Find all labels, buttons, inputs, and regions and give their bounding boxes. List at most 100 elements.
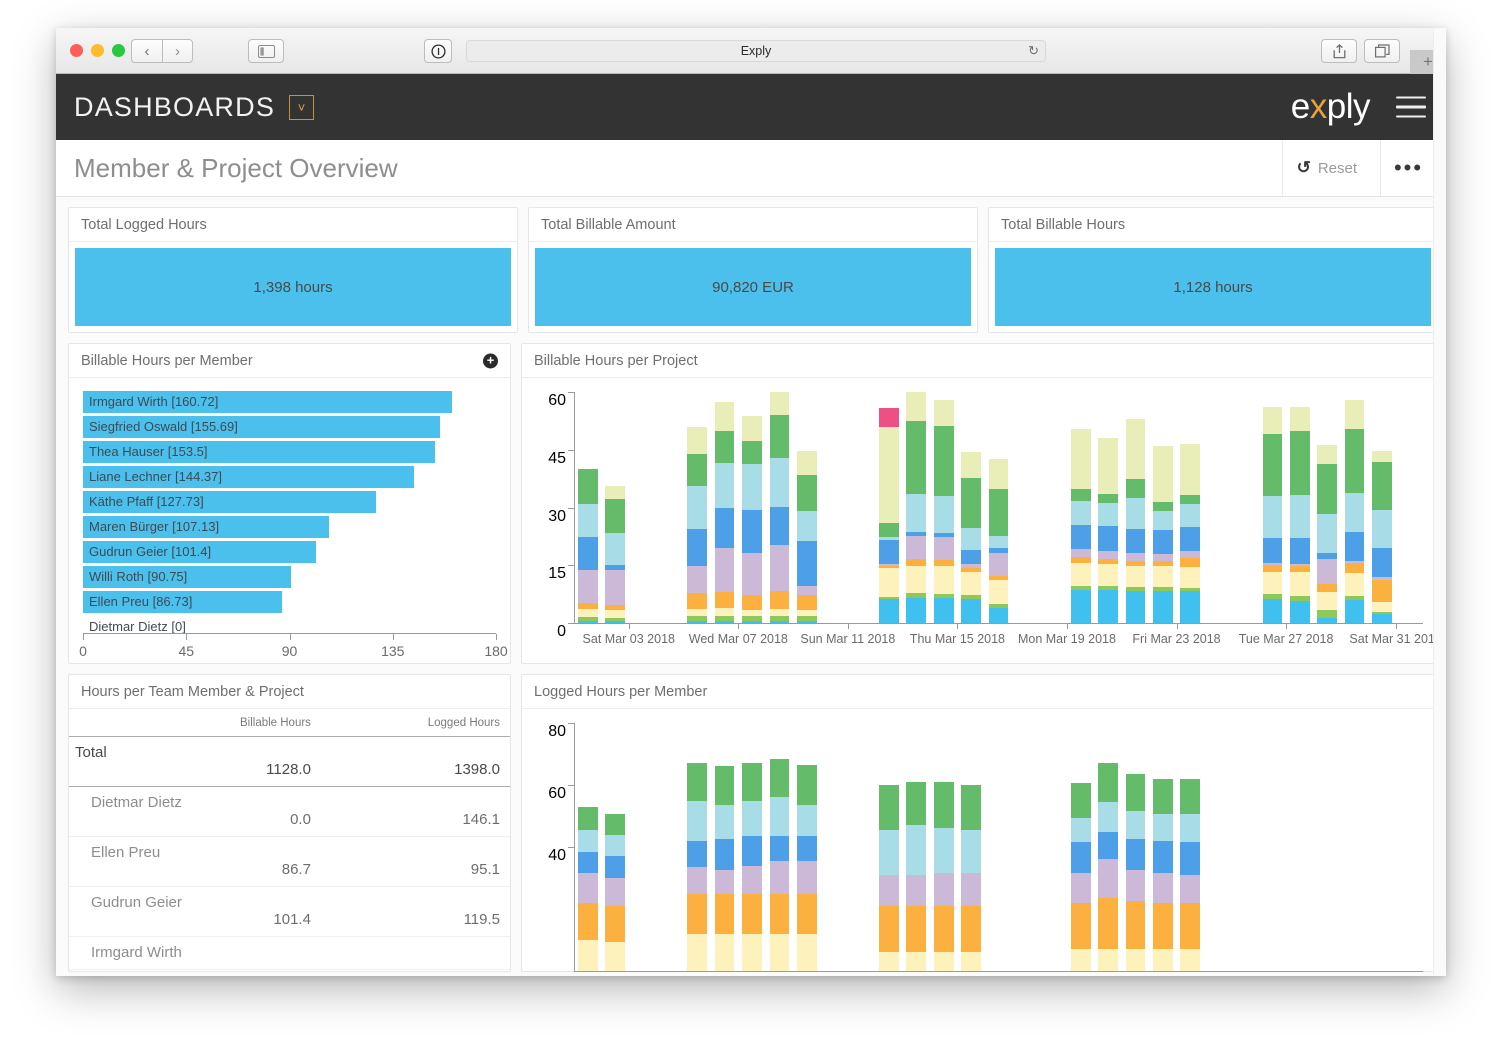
stacked-bar[interactable] — [796, 723, 817, 971]
stacked-bar[interactable] — [769, 391, 790, 623]
stacked-bar-segment — [1262, 537, 1283, 563]
share-icon[interactable] — [1321, 39, 1357, 63]
stacked-bar[interactable] — [961, 723, 981, 971]
chevron-down-icon[interactable]: ˅ — [289, 94, 315, 120]
stacked-bar[interactable] — [1317, 392, 1337, 623]
stacked-bar-segment — [906, 536, 927, 560]
exply-logo[interactable]: e x ply — [1291, 87, 1371, 127]
hbar-label: Thea Hauser [153.5] — [89, 444, 208, 459]
stacked-bar[interactable] — [577, 392, 598, 623]
stacked-bar[interactable] — [796, 392, 817, 623]
stacked-bar-segment — [1180, 591, 1201, 623]
stacked-bar[interactable] — [961, 392, 981, 623]
chart-billable-hours-per-project[interactable]: 0 15 30 45 60 Sat Mar 03 2018 Wed Mar 07 2018 S… — [522, 378, 1442, 663]
stacked-bar-segment — [687, 608, 708, 616]
stacked-bar[interactable] — [1098, 392, 1118, 623]
stacked-bar-segment — [1289, 406, 1310, 431]
stacked-bar-segment — [879, 540, 899, 565]
table-row[interactable]: Total — [69, 737, 510, 761]
stacked-bar[interactable] — [605, 392, 625, 623]
chart-billable-hours-per-member[interactable]: Irmgard Wirth [160.72] Siegfried Oswald [… — [69, 378, 510, 663]
stacked-bar[interactable] — [1070, 392, 1091, 623]
stacked-bar-segment — [1262, 434, 1283, 496]
stacked-bar-segment — [1070, 557, 1091, 563]
stacked-bar[interactable] — [1344, 392, 1365, 623]
hbar-row[interactable]: Liane Lechner [144.37] — [83, 465, 496, 490]
hbar-row[interactable]: Ellen Preu [86.73] — [83, 590, 496, 615]
back-icon[interactable]: ‹ — [131, 39, 162, 63]
stacked-bar-segment — [1125, 560, 1146, 566]
stacked-bar-segment — [906, 392, 927, 421]
stacked-bar[interactable] — [879, 723, 899, 971]
stacked-bar-segment — [605, 564, 625, 570]
stacked-bar[interactable] — [769, 723, 790, 971]
stacked-bar[interactable] — [988, 392, 1009, 623]
table-row[interactable]: Gudrun Geier — [69, 887, 510, 911]
hbar-row[interactable]: Siegfried Oswald [155.69] — [83, 415, 496, 440]
table-row[interactable]: Irmgard Wirth — [69, 937, 510, 961]
stacked-bar[interactable] — [933, 723, 954, 971]
hamburger-menu-icon[interactable] — [1396, 96, 1426, 118]
hbar-row[interactable]: Thea Hauser [153.5] — [83, 440, 496, 465]
stacked-bar[interactable] — [1262, 392, 1283, 623]
stacked-bar-segment — [1098, 802, 1118, 832]
table-row-values — [69, 961, 510, 970]
stacked-bar-segment — [933, 495, 954, 533]
stacked-bar[interactable] — [1180, 392, 1201, 623]
more-options-button[interactable]: ••• — [1380, 140, 1436, 196]
stacked-bar[interactable] — [687, 723, 708, 971]
stacked-bar-segment — [1070, 902, 1091, 950]
minimize-window-icon[interactable] — [91, 44, 104, 57]
hbar-row[interactable]: Maren Bürger [107.13] — [83, 515, 496, 540]
stacked-bar[interactable] — [1098, 723, 1118, 971]
stacked-bar[interactable] — [714, 723, 735, 971]
stacked-bar[interactable] — [1289, 392, 1310, 623]
table-row[interactable]: Dietmar Dietz — [69, 787, 510, 811]
navigation-buttons[interactable]: ‹ › — [131, 39, 193, 63]
stacked-bar[interactable] — [1152, 723, 1173, 971]
site-info-icon[interactable] — [424, 39, 452, 63]
stacked-bar[interactable] — [1372, 392, 1392, 623]
stacked-bar[interactable] — [933, 392, 954, 623]
stacked-bar[interactable] — [742, 723, 762, 971]
stacked-bar-segment — [742, 552, 762, 595]
hbar-row[interactable]: Gudrun Geier [101.4] — [83, 540, 496, 565]
stacked-bar[interactable] — [906, 392, 927, 623]
sidebar-icon[interactable] — [248, 39, 284, 63]
stacked-bar[interactable] — [906, 723, 927, 971]
stacked-bar[interactable] — [1125, 392, 1146, 623]
stacked-bar[interactable] — [714, 392, 735, 623]
chart-logged-hours-per-member[interactable]: 40 60 80 — [522, 709, 1437, 972]
stacked-bar[interactable] — [1125, 723, 1146, 971]
stacked-bar[interactable] — [605, 723, 625, 971]
stacked-bar[interactable] — [1180, 723, 1201, 971]
stacked-bar[interactable] — [577, 723, 598, 971]
stacked-bar[interactable] — [879, 392, 899, 623]
stacked-bar[interactable] — [1152, 392, 1173, 623]
toolbar-right-buttons[interactable] — [1321, 39, 1400, 63]
forward-icon[interactable]: › — [162, 39, 193, 63]
add-icon[interactable]: + — [483, 353, 498, 368]
stacked-bar-segment — [605, 905, 625, 942]
stacked-bar[interactable] — [1070, 723, 1091, 971]
vertical-scrollbar[interactable] — [1433, 28, 1446, 976]
stacked-bar-segment — [742, 594, 762, 610]
stacked-bar[interactable] — [742, 392, 762, 623]
window-controls[interactable] — [70, 44, 125, 57]
tabs-overview-icon[interactable] — [1364, 39, 1400, 63]
stacked-bar-segment — [1125, 528, 1146, 553]
stacked-bar-segment — [1152, 778, 1173, 815]
maximize-window-icon[interactable] — [112, 44, 125, 57]
hbar-row[interactable]: Willi Roth [90.75] — [83, 565, 496, 590]
hbar-row[interactable]: Käthe Pfaff [127.73] — [83, 490, 496, 515]
reload-icon[interactable]: ↻ — [1028, 43, 1039, 59]
reset-button[interactable]: ↺ Reset — [1281, 140, 1371, 196]
close-window-icon[interactable] — [70, 44, 83, 57]
stacked-bar[interactable] — [687, 392, 708, 623]
table-scroll-area[interactable]: Billable Hours Logged Hours Total 1128.0 1… — [69, 709, 510, 971]
stacked-bar-segment — [1098, 526, 1118, 552]
address-bar[interactable]: Exply ↻ — [466, 40, 1046, 62]
table-row[interactable]: Ellen Preu — [69, 837, 510, 861]
stacked-bar-segment — [1372, 579, 1392, 602]
hbar-row[interactable]: Irmgard Wirth [160.72] — [83, 390, 496, 415]
